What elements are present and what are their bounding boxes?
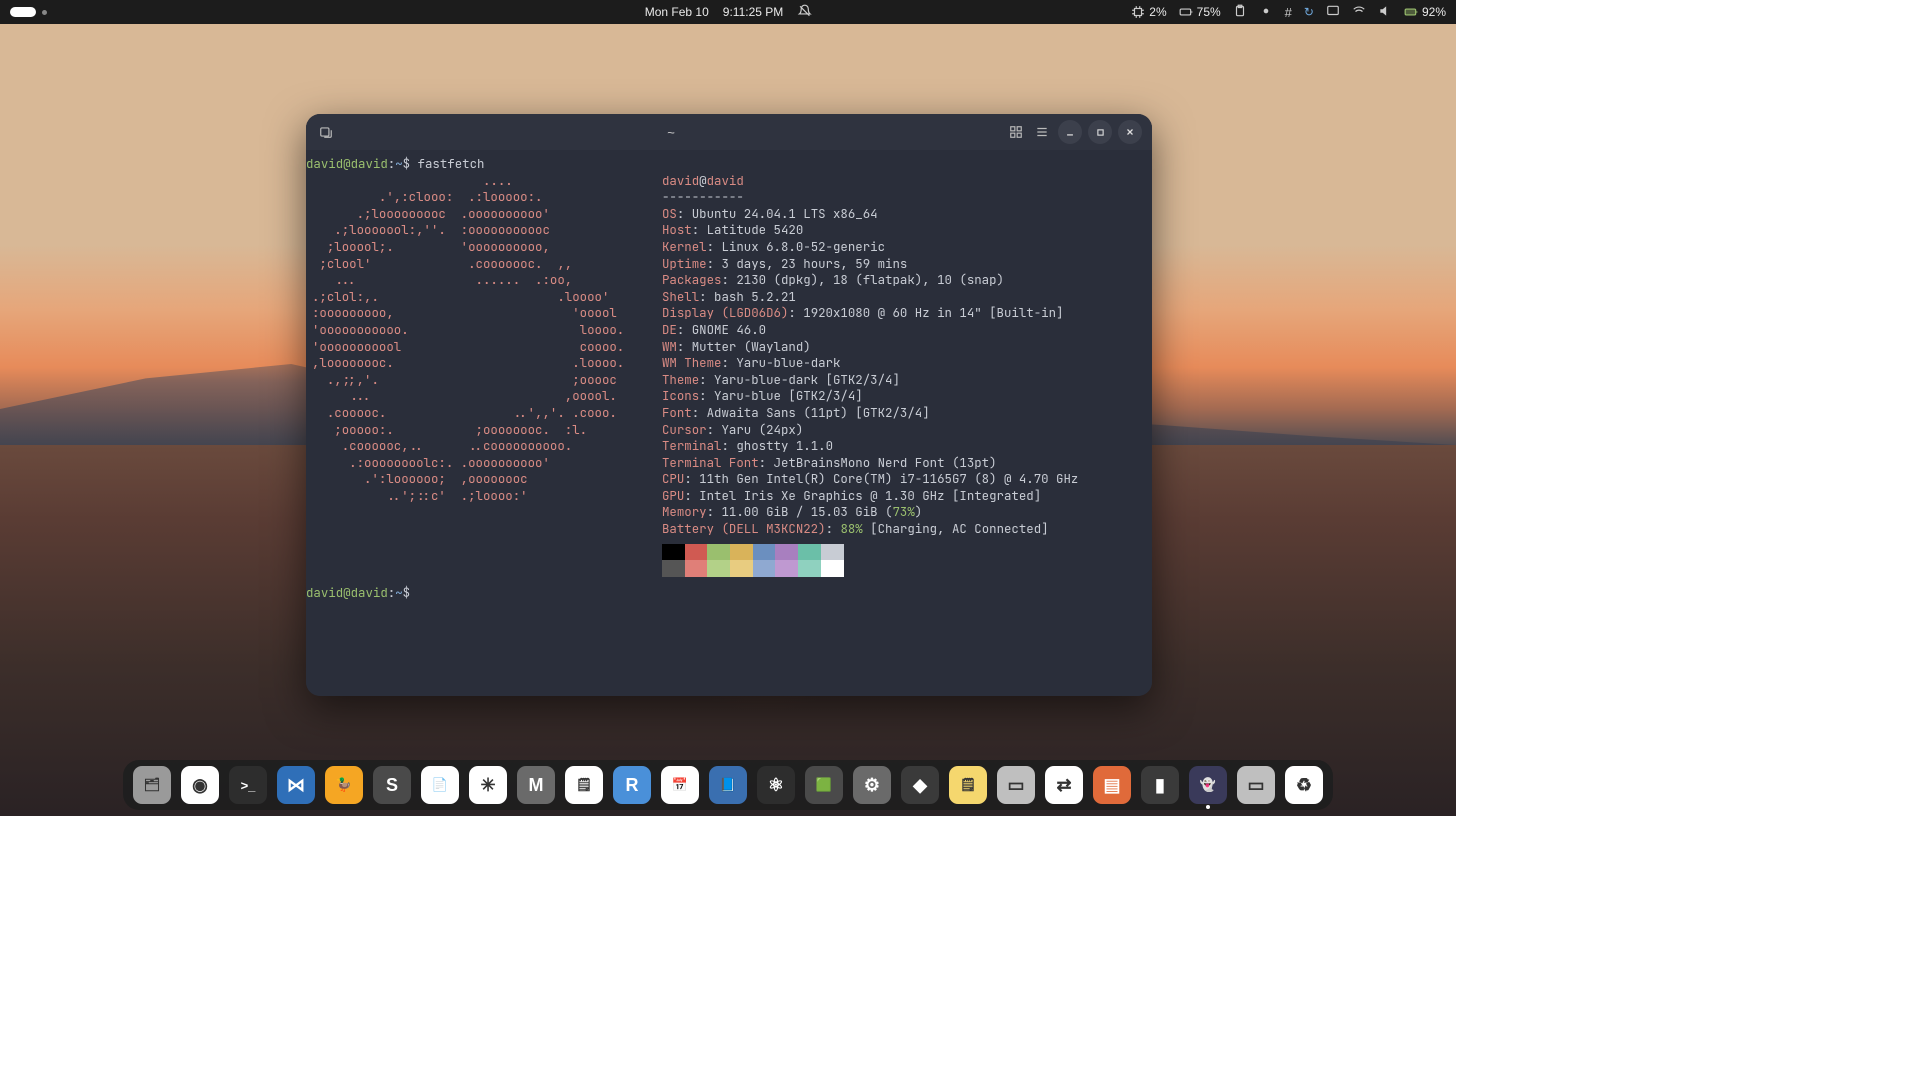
dock-yellowbar[interactable]: ▮: [1141, 766, 1179, 804]
activities-pill[interactable]: [10, 7, 36, 17]
new-tab-icon[interactable]: [316, 122, 336, 142]
dock-rstudio[interactable]: R: [613, 766, 651, 804]
cpu-pct: 2%: [1149, 5, 1166, 19]
dock-files[interactable]: 🗂: [133, 766, 171, 804]
dock-calendar[interactable]: 📅: [661, 766, 699, 804]
workspace-dot[interactable]: [42, 10, 47, 15]
dock-mbox[interactable]: M: [517, 766, 555, 804]
dock-wheel[interactable]: ✳: [469, 766, 507, 804]
dock-terminal[interactable]: >_: [229, 766, 267, 804]
dock-vscode[interactable]: ⋈: [277, 766, 315, 804]
battery-indicator[interactable]: 92%: [1404, 5, 1446, 19]
dock-switch[interactable]: ⇄: [1045, 766, 1083, 804]
dock-atom[interactable]: ⚛: [757, 766, 795, 804]
hamburger-icon[interactable]: [1032, 122, 1052, 142]
notifications-icon[interactable]: [797, 4, 811, 21]
dock-sticky[interactable]: 🗒: [949, 766, 987, 804]
dock: 🗂 ◉ >_ ⋈ 🦆 S 📄 ✳ M 🗒 R 📅 📘 ⚛ 🟩 ⚙ ◆ 🗒 ▭ ⇄ ▤ ▮ 👻 ▭ ♻: [123, 760, 1333, 810]
maximize-button[interactable]: [1088, 120, 1112, 144]
wifi-icon[interactable]: [1352, 4, 1366, 21]
terminal-titlebar[interactable]: ~: [306, 114, 1152, 150]
close-button[interactable]: [1118, 120, 1142, 144]
minimize-button[interactable]: [1058, 120, 1082, 144]
net-indicator[interactable]: 75%: [1179, 5, 1221, 19]
dock-notes[interactable]: 🗒: [565, 766, 603, 804]
dock-trash[interactable]: ♻: [1285, 766, 1323, 804]
refresh-icon[interactable]: ↻: [1304, 5, 1314, 19]
terminal-output[interactable]: david@david:~$ fastfetch .... david@davi…: [306, 150, 1152, 696]
topbar-date[interactable]: Mon Feb 10: [645, 5, 709, 19]
dock-libre[interactable]: 📄: [421, 766, 459, 804]
cpu-indicator[interactable]: 2%: [1131, 5, 1166, 19]
topbar-time[interactable]: 9:11:25 PM: [723, 5, 783, 19]
dock-obsidian[interactable]: ◆: [901, 766, 939, 804]
clipboard-icon[interactable]: [1233, 4, 1247, 21]
dock-bluedoc[interactable]: 📘: [709, 766, 747, 804]
dock-duck[interactable]: 🦆: [325, 766, 363, 804]
dock-sublime[interactable]: S: [373, 766, 411, 804]
cast-icon[interactable]: [1326, 4, 1340, 21]
dock-chrome[interactable]: ◉: [181, 766, 219, 804]
slack-icon[interactable]: #: [1285, 5, 1292, 20]
terminal-title: ~: [336, 125, 1006, 140]
dock-greydoc[interactable]: ▭: [997, 766, 1035, 804]
dock-ssd[interactable]: ▭: [1237, 766, 1275, 804]
volume-icon[interactable]: [1378, 4, 1392, 21]
top-bar: Mon Feb 10 9:11:25 PM 2% 75% # ↻: [0, 0, 1456, 24]
battery-topbar-pct: 92%: [1422, 5, 1446, 19]
grid-icon[interactable]: [1006, 122, 1026, 142]
dock-greenapp[interactable]: 🟩: [805, 766, 843, 804]
dock-orange[interactable]: ▤: [1093, 766, 1131, 804]
desktop-background: Mon Feb 10 9:11:25 PM 2% 75% # ↻: [0, 0, 1456, 816]
terminal-window: ~ david@david:~$ fastfetch: [306, 114, 1152, 696]
net-pct: 75%: [1197, 5, 1221, 19]
dock-ghostty[interactable]: 👻: [1189, 766, 1227, 804]
brightness-icon[interactable]: [1259, 4, 1273, 21]
dock-settings[interactable]: ⚙: [853, 766, 891, 804]
